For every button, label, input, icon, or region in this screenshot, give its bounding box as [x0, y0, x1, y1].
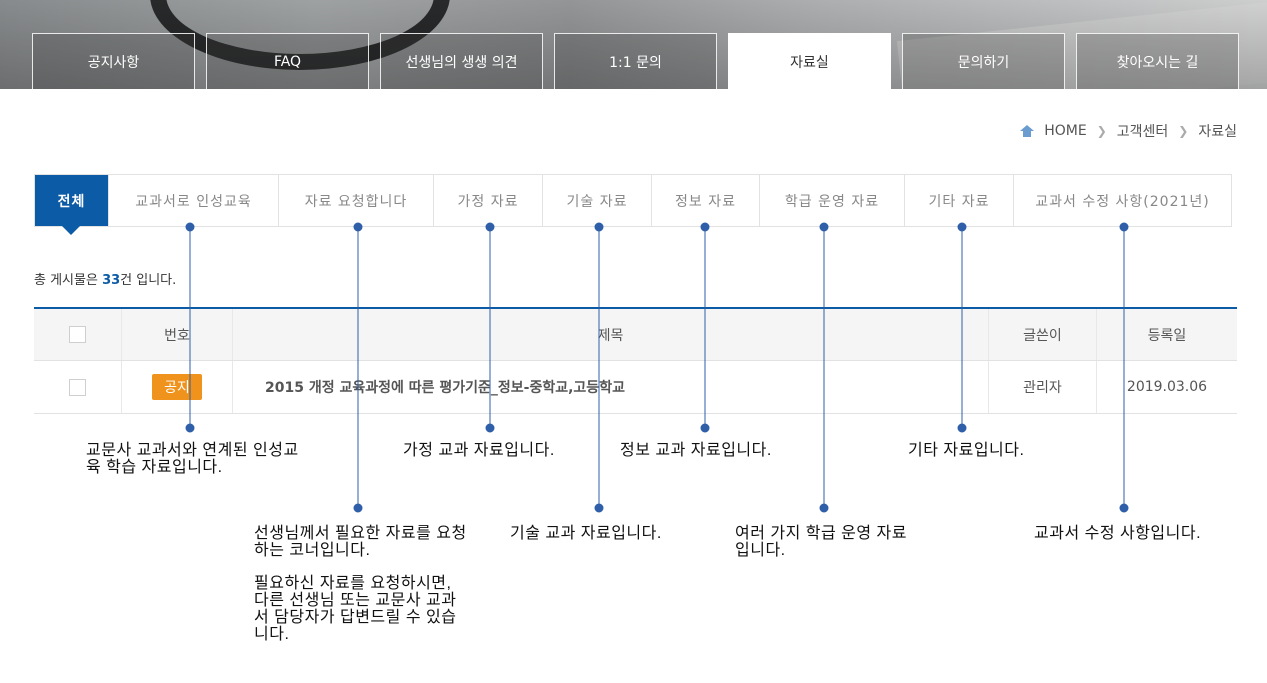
annotation-informatics: 정보 교과 자료입니다.	[620, 442, 772, 459]
top-tab-bar: 공지사항 FAQ 선생님의 생생 의견 1:1 문의 자료실 문의하기 찾아오시…	[32, 33, 1239, 89]
row-check-cell	[34, 361, 121, 413]
annotation-dot	[957, 423, 967, 433]
board-table: 번호 제목 글쓴이 등록일 공지 2015 개정 교육과정에 따른 평가기준_정…	[34, 307, 1237, 414]
header-number: 번호	[121, 309, 232, 360]
category-tab-class-management[interactable]: 학급 운영 자료	[759, 175, 904, 226]
total-suffix: 건 입니다.	[120, 273, 177, 288]
chevron-right-icon: ❯	[1096, 124, 1107, 138]
category-tab-all[interactable]: 전체	[35, 175, 108, 235]
annotation-class-management: 여러 가지 학급 운영 자료입니다.	[735, 525, 907, 559]
page: 공지사항 FAQ 선생님의 생생 의견 1:1 문의 자료실 문의하기 찾아오시…	[0, 0, 1267, 683]
notice-badge: 공지	[152, 374, 202, 400]
annotation-dot	[485, 423, 495, 433]
top-tab-teacher-opinion[interactable]: 선생님의 생생 의견	[380, 33, 543, 89]
home-icon[interactable]	[1020, 125, 1035, 137]
post-title-link[interactable]: 2015 개정 교육과정에 따른 평가기준_정보-중학교,고등학교	[233, 377, 625, 397]
select-all-checkbox[interactable]	[69, 326, 86, 343]
table-header-row: 번호 제목 글쓴이 등록일	[34, 309, 1237, 361]
annotation-dot	[185, 423, 195, 433]
header-date: 등록일	[1096, 309, 1237, 360]
row-title-cell: 2015 개정 교육과정에 따른 평가기준_정보-중학교,고등학교	[232, 361, 988, 413]
annotation-dot	[700, 423, 710, 433]
breadcrumb-level1[interactable]: 고객센터	[1117, 121, 1169, 141]
top-tab-contact[interactable]: 문의하기	[902, 33, 1065, 89]
annotation-etc: 기타 자료입니다.	[908, 442, 1025, 459]
annotation-technology: 기술 교과 자료입니다.	[510, 525, 662, 542]
table-row[interactable]: 공지 2015 개정 교육과정에 따른 평가기준_정보-중학교,고등학교 관리자…	[34, 361, 1237, 414]
top-tab-notice[interactable]: 공지사항	[32, 33, 195, 89]
category-tab-etc[interactable]: 기타 자료	[904, 175, 1013, 226]
row-writer: 관리자	[988, 361, 1096, 413]
total-number: 33	[102, 273, 121, 288]
annotation-home-economics: 가정 교과 자료입니다.	[403, 442, 555, 459]
annotation-dot	[819, 503, 829, 513]
top-tab-archive[interactable]: 자료실	[728, 33, 891, 89]
hero-banner: 공지사항 FAQ 선생님의 생생 의견 1:1 문의 자료실 문의하기 찾아오시…	[0, 0, 1267, 89]
breadcrumb: HOME ❯ 고객센터 ❯ 자료실	[1020, 121, 1237, 141]
top-tab-inquiry[interactable]: 1:1 문의	[554, 33, 717, 89]
annotation-textbook-corrections: 교과서 수정 사항입니다.	[1034, 525, 1202, 542]
category-tab-technology[interactable]: 기술 자료	[542, 175, 651, 226]
category-tab-bar: 전체 교과서로 인성교육 자료 요청합니다 가정 자료 기술 자료 정보 자료 …	[34, 174, 1232, 235]
row-date: 2019.03.06	[1096, 361, 1237, 413]
header-check-cell	[34, 309, 121, 360]
category-tab-informatics[interactable]: 정보 자료	[651, 175, 759, 226]
annotation-dot	[1119, 503, 1129, 513]
top-tab-faq[interactable]: FAQ	[206, 33, 369, 89]
header-writer: 글쓴이	[988, 309, 1096, 360]
annotation-character-education: 교문사 교과서와 연계된 인성교육 학습 자료입니다.	[86, 442, 299, 476]
category-tab-character-education[interactable]: 교과서로 인성교육	[108, 175, 278, 226]
top-tab-directions[interactable]: 찾아오시는 길	[1076, 33, 1239, 89]
annotation-dot	[353, 503, 363, 513]
total-count: 총 게시물은 33건 입니다.	[34, 269, 176, 288]
category-tab-request[interactable]: 자료 요청합니다	[278, 175, 433, 226]
row-checkbox[interactable]	[69, 378, 86, 396]
total-prefix: 총 게시물은	[34, 273, 103, 288]
annotation-request-2: 필요하신 자료를 요청하시면, 다른 선생님 또는 교문사 교과서 담당자가 답…	[254, 575, 457, 643]
category-tab-textbook-corrections[interactable]: 교과서 수정 사항(2021년)	[1013, 175, 1231, 226]
breadcrumb-home[interactable]: HOME	[1044, 123, 1086, 139]
annotation-dot	[594, 503, 604, 513]
header-title: 제목	[232, 309, 988, 360]
chevron-right-icon: ❯	[1178, 124, 1189, 138]
annotation-request-1: 선생님께서 필요한 자료를 요청하는 코너입니다.	[254, 525, 467, 559]
row-number-cell: 공지	[121, 361, 232, 413]
breadcrumb-level2[interactable]: 자료실	[1198, 121, 1237, 141]
category-tab-home-economics[interactable]: 가정 자료	[433, 175, 542, 226]
